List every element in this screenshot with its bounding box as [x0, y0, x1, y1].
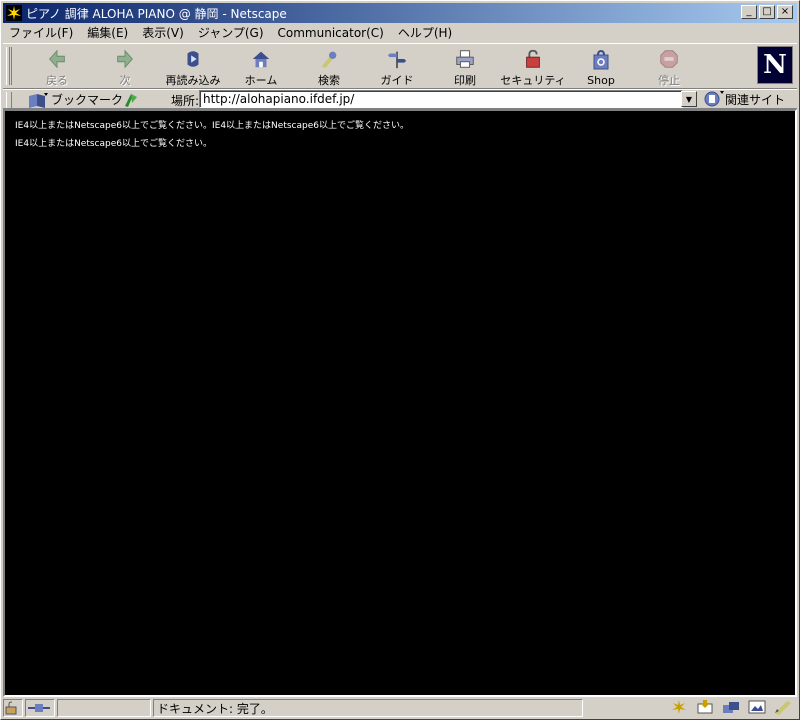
page-content: IE4以上またはNetscape6以上でご覧ください。IE4以上またはNetsc…	[3, 109, 797, 697]
page-proxy-icon[interactable]	[121, 91, 141, 108]
close-icon: ×	[780, 6, 790, 17]
plug-icon	[28, 704, 50, 712]
print-label: 印刷	[454, 74, 476, 87]
menu-edit[interactable]: 編集(E)	[87, 24, 128, 41]
stop-button[interactable]: 停止	[639, 46, 699, 88]
location-label: 場所:	[171, 94, 200, 108]
maximize-icon: □	[762, 6, 772, 17]
window-title: ピアノ 調律 ALOHA PIANO @ 静岡 - Netscape	[26, 6, 287, 21]
bookmarks-button[interactable]: ブックマーク	[27, 91, 123, 108]
menu-view[interactable]: 表示(V)	[142, 24, 184, 41]
menu-go[interactable]: ジャンプ(G)	[198, 24, 264, 41]
bookmark-icon	[29, 92, 48, 108]
mail-icon[interactable]	[695, 699, 715, 715]
back-arrow-icon	[49, 49, 65, 69]
location-toolbar: ブックマーク 場所: http://alohapiano.ifdef.jp/ ▼…	[3, 89, 797, 109]
toolbar-grip[interactable]	[6, 47, 12, 85]
content-text-line: IE4以上またはNetscape6以上でご覧ください。IE4以上またはNetsc…	[15, 121, 409, 131]
lock-icon	[526, 49, 540, 68]
back-label: 戻る	[46, 74, 68, 87]
netscape-logo[interactable]: N	[757, 46, 793, 84]
print-button[interactable]: 印刷	[435, 46, 495, 88]
related-sites-label: 関連サイト	[725, 92, 786, 107]
menu-help[interactable]: ヘルプ(H)	[398, 24, 452, 41]
browser-window: ピアノ 調律 ALOHA PIANO @ 静岡 - Netscape _ □ ×…	[0, 0, 800, 720]
home-icon	[252, 51, 270, 68]
search-label: 検索	[318, 74, 340, 87]
related-sites-icon	[704, 91, 724, 107]
title-bar[interactable]: ピアノ 調律 ALOHA PIANO @ 静岡 - Netscape _ □ ×	[3, 3, 797, 23]
navigator-icon[interactable]	[669, 699, 689, 715]
menu-communicator[interactable]: Communicator(C)	[278, 26, 384, 40]
navigation-toolbar: 戻る 次 再読み込み ホーム 検索 ガイド 印刷 セキュリティ Shop 停止 …	[3, 43, 797, 89]
home-label: ホーム	[244, 74, 278, 87]
url-input[interactable]: http://alohapiano.ifdef.jp/	[199, 90, 683, 108]
bookmarks-label: ブックマーク	[51, 93, 124, 107]
stop-icon	[660, 50, 678, 68]
search-icon	[321, 51, 337, 69]
component-bar	[669, 699, 793, 715]
printer-icon	[456, 50, 474, 68]
reload-button[interactable]: 再読み込み	[163, 46, 223, 88]
forward-arrow-icon	[117, 49, 133, 69]
close-button[interactable]: ×	[777, 5, 793, 19]
netscape-logo-letter: N	[763, 50, 787, 80]
netscape-app-icon	[6, 5, 22, 21]
reload-label: 再読み込み	[165, 74, 221, 87]
connection-status-cell	[25, 699, 55, 717]
newsgroups-icon[interactable]	[721, 699, 741, 715]
status-bar: ドキュメント: 完了。	[3, 698, 797, 718]
guide-label: ガイド	[380, 74, 414, 87]
menu-file[interactable]: ファイル(F)	[9, 24, 73, 41]
location-toolbar-grip[interactable]	[6, 92, 12, 108]
forward-button[interactable]: 次	[95, 46, 155, 88]
status-text-cell: ドキュメント: 完了。	[153, 699, 583, 717]
maximize-button[interactable]: □	[759, 5, 775, 19]
status-text: ドキュメント: 完了。	[157, 701, 273, 716]
url-dropdown-button[interactable]: ▼	[681, 91, 697, 107]
minimize-button[interactable]: _	[741, 5, 757, 19]
progress-cell	[57, 699, 151, 717]
shop-label: Shop	[587, 74, 615, 87]
security-label: セキュリティ	[500, 74, 566, 87]
composer-icon[interactable]	[747, 699, 767, 715]
guide-button[interactable]: ガイド	[367, 46, 427, 88]
back-button[interactable]: 戻る	[27, 46, 87, 88]
reload-icon	[187, 51, 199, 67]
chevron-down-icon: ▼	[685, 94, 693, 104]
home-button[interactable]: ホーム	[231, 46, 291, 88]
security-lock-icon	[5, 701, 17, 715]
security-button[interactable]: セキュリティ	[500, 46, 566, 88]
search-button[interactable]: 検索	[299, 46, 359, 88]
instant-message-icon[interactable]	[773, 699, 793, 715]
shop-button[interactable]: Shop	[571, 46, 631, 88]
menu-bar: ファイル(F) 編集(E) 表示(V) ジャンプ(G) Communicator…	[3, 23, 797, 42]
stop-label: 停止	[658, 74, 680, 87]
minimize-icon: _	[746, 6, 752, 17]
shopping-bag-icon	[593, 49, 609, 70]
content-text-line: IE4以上またはNetscape6以上でご覧ください。	[15, 139, 212, 149]
forward-label: 次	[119, 74, 131, 87]
guide-icon	[387, 51, 407, 69]
security-status-cell[interactable]	[3, 699, 23, 717]
related-sites-button[interactable]: 関連サイト	[703, 90, 785, 108]
